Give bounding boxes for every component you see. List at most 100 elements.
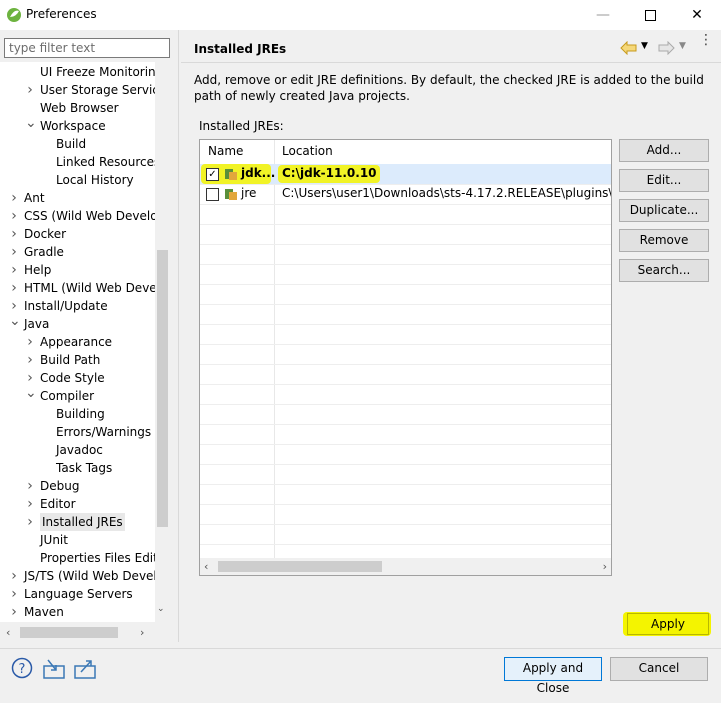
tree-item[interactable]: › Appearance xyxy=(0,333,155,351)
table-row[interactable]: ✓ jdk... C:\jdk-11.0.10 xyxy=(200,164,611,184)
back-menu-chevron-icon[interactable]: ▼ xyxy=(641,41,648,51)
tree-item[interactable]: › Maven xyxy=(0,603,155,621)
maximize-button[interactable] xyxy=(627,0,673,30)
tree-item[interactable]: › Installed JREs xyxy=(0,513,155,531)
tree-item[interactable]: ⌄ Compiler xyxy=(0,386,155,405)
chevron-right-icon[interactable]: › xyxy=(25,477,35,495)
tree-item[interactable]: Javadoc xyxy=(0,441,155,459)
tree-item[interactable]: › Ant xyxy=(0,189,155,207)
chevron-right-icon[interactable]: › xyxy=(9,603,19,621)
chevron-right-icon[interactable]: › xyxy=(9,585,19,603)
close-button[interactable]: ✕ xyxy=(674,0,720,30)
tree-item[interactable]: › Debug xyxy=(0,477,155,495)
tree-hscroll-thumb[interactable] xyxy=(20,627,118,638)
tree-scroll-thumb[interactable] xyxy=(157,250,168,527)
tree-item[interactable]: Linked Resources xyxy=(0,153,155,171)
tree-item[interactable]: › Install/Update xyxy=(0,297,155,315)
tree-item[interactable]: ⌄ Workspace xyxy=(0,116,155,135)
chevron-right-icon[interactable]: › xyxy=(9,279,19,297)
filter-input[interactable] xyxy=(5,39,169,57)
column-header-name[interactable]: Name xyxy=(208,144,243,158)
row-gridline xyxy=(200,544,611,545)
tree-item[interactable]: Errors/Warnings xyxy=(0,423,155,441)
tree-item[interactable]: Web Browser xyxy=(0,99,155,117)
chevron-down-icon[interactable]: ⌄ xyxy=(9,314,21,333)
chevron-right-icon[interactable]: › xyxy=(25,351,35,369)
tree-item[interactable]: Task Tags xyxy=(0,459,155,477)
search-button[interactable]: Search... xyxy=(619,259,709,282)
tree-item-label: Gradle xyxy=(24,245,64,259)
table-hscroll-thumb[interactable] xyxy=(218,561,382,572)
tree-item[interactable]: › JS/TS (Wild Web Developer) xyxy=(0,567,155,585)
tree-item[interactable]: Build xyxy=(0,135,155,153)
chevron-right-icon[interactable]: › xyxy=(9,261,19,279)
chevron-right-icon[interactable]: › xyxy=(9,189,19,207)
tree-item[interactable]: Local History xyxy=(0,171,155,189)
tree-item[interactable]: › Language Servers xyxy=(0,585,155,603)
filter-box xyxy=(4,38,170,58)
tree-item[interactable]: › Help xyxy=(0,261,155,279)
tree-item[interactable]: ⌄ Java xyxy=(0,314,155,333)
chevron-right-icon[interactable]: › xyxy=(9,225,19,243)
row-gridline xyxy=(200,504,611,505)
apply-button[interactable]: Apply xyxy=(627,613,709,635)
jre-name: jre xyxy=(241,186,257,200)
tree-item[interactable]: › User Storage Service xyxy=(0,81,155,99)
tree-item[interactable]: Properties Files Editor xyxy=(0,549,155,567)
scroll-down-arrow-icon[interactable]: ⌄ xyxy=(157,604,165,614)
tree-item[interactable]: › Editor xyxy=(0,495,155,513)
tree-item[interactable]: › HTML (Wild Web Developer) xyxy=(0,279,155,297)
row-gridline xyxy=(200,364,611,365)
edit-button[interactable]: Edit... xyxy=(619,169,709,192)
tree-item[interactable]: UI Freeze Monitoring xyxy=(0,63,155,81)
minimize-button[interactable]: — xyxy=(580,0,626,30)
import-icon[interactable] xyxy=(42,658,66,680)
chevron-right-icon[interactable]: › xyxy=(9,567,19,585)
chevron-down-icon[interactable]: ⌄ xyxy=(25,386,37,405)
export-icon[interactable] xyxy=(73,658,97,680)
chevron-right-icon[interactable]: › xyxy=(25,513,35,531)
tree-item[interactable]: › Docker xyxy=(0,225,155,243)
tree-item-label: Ant xyxy=(24,191,45,205)
jre-checkbox-checked[interactable]: ✓ xyxy=(206,168,219,181)
chevron-right-icon[interactable]: › xyxy=(25,81,35,99)
row-gridline xyxy=(200,384,611,385)
jre-library-icon xyxy=(225,189,237,200)
view-menu-icon[interactable]: ⋮ xyxy=(699,33,713,47)
maximize-icon xyxy=(644,9,656,21)
forward-menu-chevron-icon[interactable]: ▼ xyxy=(679,41,686,51)
chevron-right-icon[interactable]: › xyxy=(25,495,35,513)
jre-checkbox-unchecked[interactable] xyxy=(206,188,219,201)
back-arrow-icon[interactable] xyxy=(620,41,638,55)
cancel-button[interactable]: Cancel xyxy=(610,657,708,681)
tree-item[interactable]: › Build Path xyxy=(0,351,155,369)
tree-item[interactable]: › Code Style xyxy=(0,369,155,387)
duplicate-button[interactable]: Duplicate... xyxy=(619,199,709,222)
help-icon[interactable]: ? xyxy=(11,657,33,679)
forward-arrow-icon[interactable] xyxy=(657,41,675,55)
apply-and-close-button[interactable]: Apply and Close xyxy=(504,657,602,695)
tree-item[interactable]: Building xyxy=(0,405,155,423)
tree-item-label: Language Servers xyxy=(24,587,133,601)
chevron-right-icon[interactable]: › xyxy=(9,207,19,225)
tree-item-label: Workspace xyxy=(40,119,106,133)
tree-item-label: Linked Resources xyxy=(56,155,155,169)
add-button[interactable]: Add... xyxy=(619,139,709,162)
tree-item[interactable]: JUnit xyxy=(0,531,155,549)
scroll-right-arrow-icon[interactable]: › xyxy=(140,626,144,639)
column-header-location[interactable]: Location xyxy=(282,144,333,158)
tree-item[interactable]: › CSS (Wild Web Developer) xyxy=(0,207,155,225)
scroll-left-arrow-icon[interactable]: ‹ xyxy=(6,626,10,639)
scroll-left-arrow-icon[interactable]: ‹ xyxy=(204,560,208,573)
table-horizontal-scrollbar[interactable]: ‹ › xyxy=(200,558,611,575)
scroll-right-arrow-icon[interactable]: › xyxy=(603,560,607,573)
footer-separator xyxy=(0,648,721,649)
row-gridline xyxy=(200,444,611,445)
chevron-right-icon[interactable]: › xyxy=(25,333,35,351)
tree-item[interactable]: › Gradle xyxy=(0,243,155,261)
remove-button[interactable]: Remove xyxy=(619,229,709,252)
chevron-right-icon[interactable]: › xyxy=(9,243,19,261)
chevron-down-icon[interactable]: ⌄ xyxy=(25,116,37,135)
table-row[interactable]: jre C:\Users\user1\Downloads\sts-4.17.2.… xyxy=(200,184,611,204)
pane-divider[interactable] xyxy=(178,30,179,642)
